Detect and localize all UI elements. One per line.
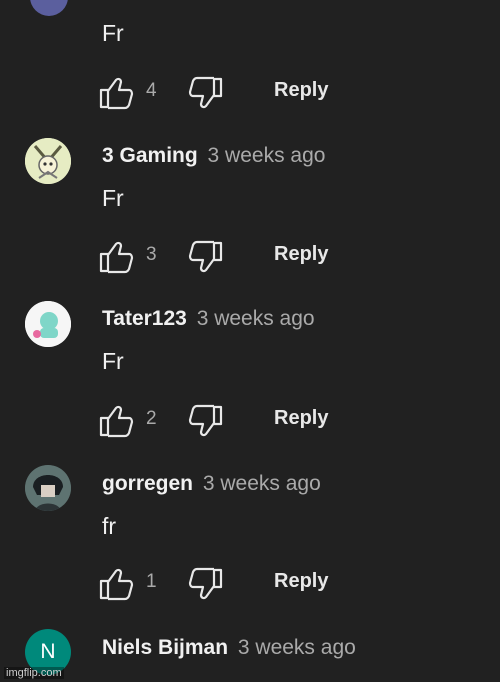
author-name[interactable]: gorregen	[102, 472, 193, 495]
comment-header: gorregen 3 weeks ago	[102, 472, 321, 496]
like-button[interactable]	[98, 240, 136, 274]
thumbs-down-icon	[188, 567, 223, 600]
reply-button[interactable]: Reply	[274, 243, 328, 266]
comment-time[interactable]: 3 weeks ago	[208, 144, 326, 167]
comment-header: Niels Bijman 3 weeks ago	[102, 636, 356, 660]
like-button[interactable]	[98, 404, 136, 438]
reply-button[interactable]: Reply	[274, 79, 328, 102]
thumbs-up-icon	[99, 405, 134, 438]
comment-header: 3 Gaming 3 weeks ago	[102, 144, 325, 168]
reply-button[interactable]: Reply	[274, 570, 328, 593]
comment-text: Fr	[102, 20, 124, 46]
comment-time[interactable]: 3 weeks ago	[238, 636, 356, 659]
like-button[interactable]	[98, 567, 136, 601]
dislike-button[interactable]	[186, 404, 224, 438]
avatar-image	[25, 138, 71, 184]
comment-text: fr	[102, 513, 117, 539]
thumbs-up-icon	[99, 77, 134, 110]
thumbs-down-icon	[188, 76, 223, 109]
thumbs-up-icon	[99, 241, 134, 274]
author-name[interactable]: Niels Bijman	[102, 636, 228, 659]
comment-text: Fr	[102, 348, 124, 374]
like-count: 3	[146, 244, 157, 265]
avatar[interactable]	[25, 465, 71, 511]
avatar-image	[25, 301, 71, 347]
comment-text: Fr	[102, 185, 124, 211]
comment-time[interactable]: 3 weeks ago	[197, 307, 315, 330]
watermark: imgflip.com	[4, 667, 64, 679]
thumbs-down-icon	[188, 404, 223, 437]
reply-button[interactable]: Reply	[274, 407, 328, 430]
dislike-button[interactable]	[186, 76, 224, 110]
dislike-button[interactable]	[186, 240, 224, 274]
avatar[interactable]	[25, 138, 71, 184]
dislike-button[interactable]	[186, 567, 224, 601]
like-button[interactable]	[98, 76, 136, 110]
author-name[interactable]: Tater123	[102, 307, 187, 330]
like-count: 4	[146, 80, 157, 101]
comment-time[interactable]: 3 weeks ago	[203, 472, 321, 495]
like-count: 2	[146, 408, 157, 429]
thumbs-down-icon	[188, 240, 223, 273]
avatar[interactable]	[25, 301, 71, 347]
avatar[interactable]	[30, 0, 68, 16]
comment-header: Tater123 3 weeks ago	[102, 307, 315, 331]
author-name[interactable]: 3 Gaming	[102, 144, 198, 167]
thumbs-up-icon	[99, 568, 134, 601]
like-count: 1	[146, 571, 157, 592]
avatar-image	[25, 465, 71, 511]
